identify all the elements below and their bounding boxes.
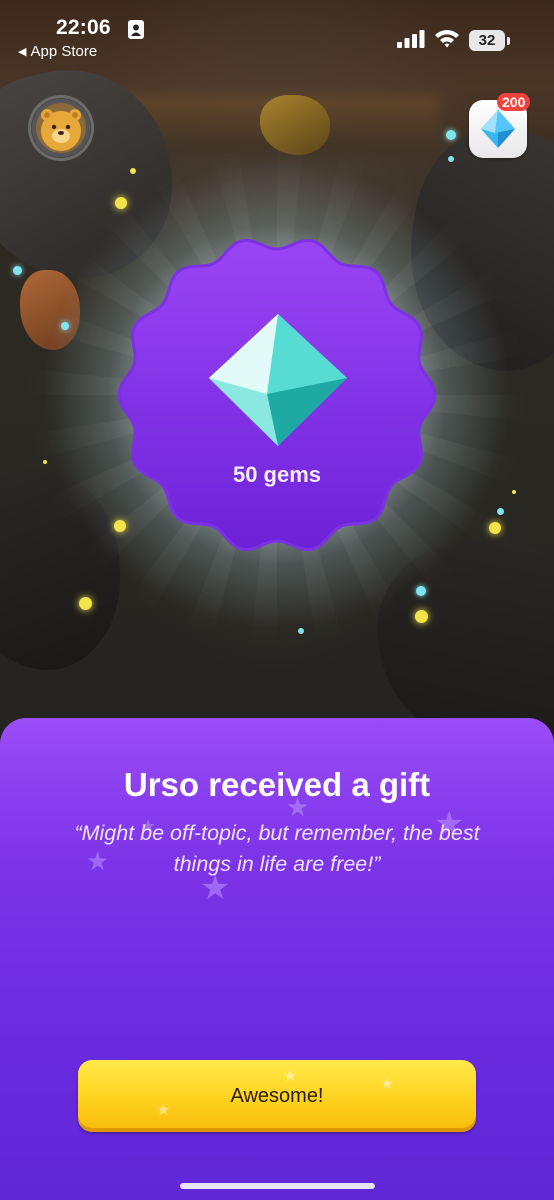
firefly-particle bbox=[79, 597, 92, 610]
bear-avatar-icon bbox=[36, 103, 86, 153]
contact-card-icon bbox=[128, 20, 144, 39]
sheet-quote: “Might be off-topic, but remember, the b… bbox=[74, 821, 480, 876]
gem-icon bbox=[209, 314, 347, 446]
sheet-title: Urso received a gift bbox=[123, 766, 431, 803]
back-link-label: App Store bbox=[30, 43, 98, 60]
firefly-particle bbox=[416, 586, 426, 596]
awesome-button[interactable]: ★ ★ ★ Awesome! bbox=[78, 1060, 476, 1132]
firefly-particle bbox=[497, 508, 504, 515]
battery-indicator: 32 bbox=[469, 30, 505, 51]
firefly-particle bbox=[114, 520, 126, 532]
firefly-particle bbox=[130, 168, 136, 174]
firefly-particle bbox=[512, 490, 516, 494]
back-to-app-store-link[interactable]: ◀ App Store bbox=[18, 43, 97, 60]
player-avatar-button[interactable] bbox=[28, 95, 94, 161]
decorative-star-icon: ★ bbox=[283, 1068, 298, 1085]
awesome-button-label: Awesome! bbox=[230, 1084, 324, 1107]
firefly-particle bbox=[298, 628, 304, 634]
back-arrow-icon: ◀ bbox=[18, 46, 27, 58]
status-time: 22:06 bbox=[56, 16, 111, 39]
decorative-star-icon: ★ bbox=[380, 1076, 395, 1093]
wifi-icon bbox=[435, 30, 459, 48]
cellular-signal-icon bbox=[397, 30, 425, 48]
firefly-particle bbox=[489, 522, 501, 534]
firefly-particle bbox=[115, 197, 127, 209]
reward-label: 50 gems bbox=[232, 462, 322, 487]
firefly-particle bbox=[446, 130, 456, 140]
status-bar: 22:06 ◀ App Store 32 bbox=[0, 0, 554, 64]
battery-cap bbox=[507, 37, 510, 45]
home-indicator[interactable] bbox=[180, 1183, 375, 1189]
firefly-particle bbox=[448, 156, 454, 162]
firefly-particle bbox=[13, 266, 22, 275]
firefly-particle bbox=[43, 460, 47, 464]
gem-count-badge: 200 bbox=[497, 93, 531, 111]
firefly-particle bbox=[61, 322, 69, 330]
firefly-particle bbox=[415, 610, 428, 623]
decorative-star-icon: ★ bbox=[156, 1102, 171, 1119]
